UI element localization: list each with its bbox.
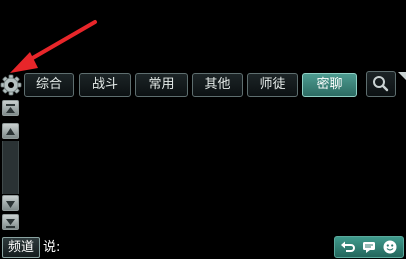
gear-icon <box>0 74 22 96</box>
emoji-button[interactable] <box>382 239 398 255</box>
chat-button[interactable] <box>361 239 377 255</box>
scroll-up-icon <box>6 128 15 135</box>
chat-icon <box>363 242 375 253</box>
scroll-top-icon <box>6 104 15 113</box>
tab-composite[interactable]: 综合 <box>24 73 74 97</box>
corner-marker-icon <box>398 72 406 80</box>
search-button[interactable] <box>366 71 396 97</box>
undo-button[interactable] <box>340 239 356 255</box>
emoji-icon <box>383 240 397 254</box>
channel-button[interactable]: 频道 <box>2 237 40 258</box>
scroll-down-icon <box>6 201 15 208</box>
tab-battle[interactable]: 战斗 <box>79 73 131 97</box>
tab-other[interactable]: 其他 <box>192 73 243 97</box>
search-icon <box>373 76 389 92</box>
scroll-down-button[interactable] <box>2 195 19 211</box>
settings-button[interactable] <box>0 74 22 96</box>
scroll-bottom-icon <box>6 219 15 228</box>
say-label: 说: <box>43 240 61 255</box>
scroll-up-button[interactable] <box>2 123 19 139</box>
scroll-bottom-button[interactable] <box>2 214 19 230</box>
undo-icon <box>341 241 355 252</box>
scroll-top-button[interactable] <box>2 100 19 116</box>
scroll-track[interactable] <box>2 141 19 194</box>
tab-mentor[interactable]: 师徒 <box>247 73 298 97</box>
tab-common[interactable]: 常用 <box>135 73 188 97</box>
tab-whisper[interactable]: 密聊 <box>302 73 357 97</box>
